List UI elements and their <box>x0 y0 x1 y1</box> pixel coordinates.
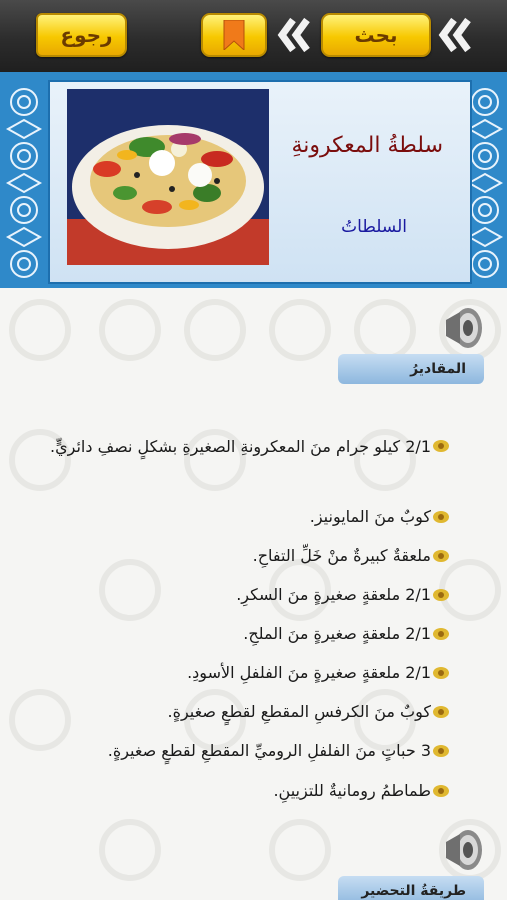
preparation-label-text: طريقةُ التحضير <box>361 883 466 899</box>
preparation-section-label: طريقةُ التحضير <box>338 876 484 900</box>
search-button-label: بحث <box>354 23 398 47</box>
double-chevron-left-icon <box>438 17 471 53</box>
bullet-flower-icon <box>433 706 449 718</box>
bullet-flower-icon <box>433 745 449 757</box>
recipe-photo <box>67 89 269 265</box>
bullet-flower-icon <box>433 440 449 452</box>
bookmark-button[interactable] <box>201 13 267 57</box>
ingredient-item: 2/1 كيلو جرام منَ المعكرونةِ الصغيرةِ بش… <box>50 437 431 456</box>
search-button[interactable]: بحث <box>321 13 431 57</box>
bullet-flower-icon <box>433 550 449 562</box>
top-toolbar: رجوع بحث <box>0 0 507 73</box>
bullet-flower-icon <box>433 589 449 601</box>
bullet-flower-icon <box>433 511 449 523</box>
ingredients-section-label: المقاديرُ <box>338 354 484 384</box>
bullet-flower-icon <box>433 785 449 797</box>
speaker-icon[interactable] <box>442 826 486 874</box>
ingredient-item: 2/1 ملعقةٍ صغيرةٍ منَ الفلفلِ الأسودِ. <box>187 663 431 682</box>
previous-recipe-button[interactable] <box>277 16 311 54</box>
back-button[interactable]: رجوع <box>36 13 127 57</box>
next-recipe-button[interactable] <box>438 16 472 54</box>
ingredient-item: كوبٌ منَ الكرفسِ المقطعِ لقطعٍ صغيرةٍ. <box>167 702 432 721</box>
bullet-flower-icon <box>433 628 449 640</box>
ingredient-item: ملعقةٌ كبيرةٌ منْ خَلِّ التفاحِ. <box>252 546 431 565</box>
bookmark-icon <box>223 20 245 50</box>
ingredient-item: 2/1 ملعقةٍ صغيرةٍ منَ السكرِ. <box>236 585 431 604</box>
bullet-flower-icon <box>433 667 449 679</box>
recipe-title: سلطةُ المعكرونةِ <box>291 133 443 158</box>
ingredients-label-text: المقاديرُ <box>410 361 466 377</box>
ornament-border-left <box>5 88 43 278</box>
recipe-category: السلطاتُ <box>341 217 407 237</box>
ingredient-item: 2/1 ملعقةٍ صغيرةٍ منَ الملحِ. <box>243 624 431 643</box>
back-button-label: رجوع <box>60 23 113 47</box>
speaker-icon[interactable] <box>442 304 486 352</box>
ingredient-item: كوبٌ منَ المايونيز. <box>309 507 431 526</box>
ingredient-item: 3 حباتٍ منَ الفلفلِ الروميِّ المقطعِ لقط… <box>107 741 431 760</box>
ingredient-item: طماطمُ رومانيةٌ للتزيينِ. <box>273 781 431 800</box>
double-chevron-left-icon <box>277 17 310 53</box>
